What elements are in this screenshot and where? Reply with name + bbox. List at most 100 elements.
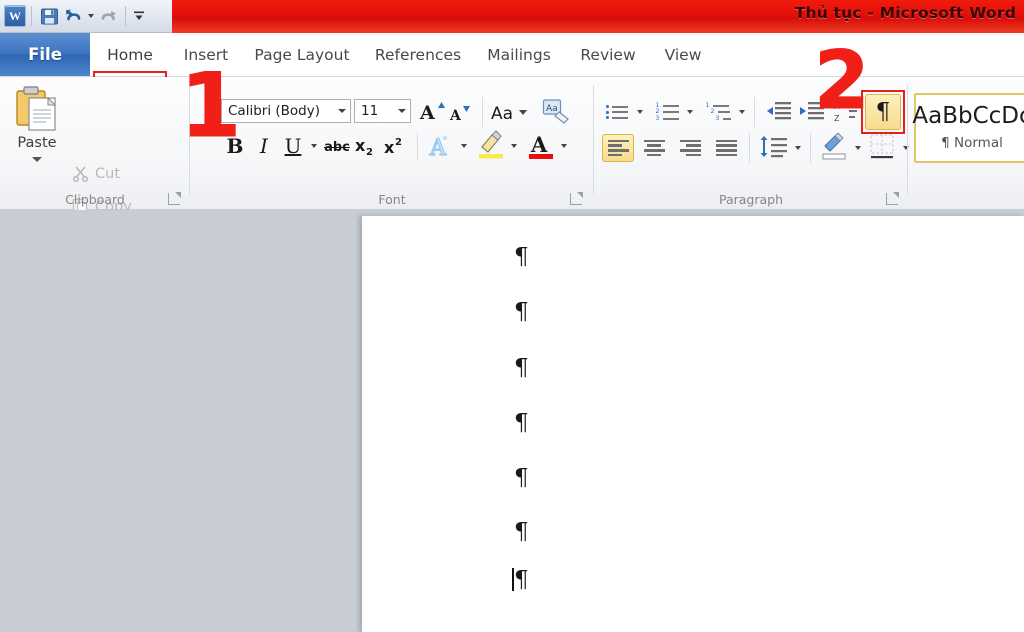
window-title: Thủ tục - Microsoft Word: [795, 4, 1016, 22]
text-highlight-color-button[interactable]: [476, 129, 506, 161]
svg-text:2: 2: [395, 137, 402, 148]
paste-dropdown-icon[interactable]: [32, 157, 42, 162]
bullets-icon: [606, 105, 628, 119]
text-highlight-dropdown[interactable]: [508, 139, 520, 153]
tab-review[interactable]: Review: [570, 33, 646, 76]
paragraph-mark: ¶: [514, 246, 529, 269]
document-area[interactable]: ¶ ¶ ¶ ¶ ¶ ¶ ¶: [0, 210, 1024, 632]
bullets-dropdown[interactable]: [634, 105, 646, 119]
customize-qat-icon[interactable]: [131, 4, 147, 28]
font-color-icon: A: [527, 130, 555, 160]
shrink-font-icon: A: [449, 101, 473, 123]
font-color-button[interactable]: A: [526, 129, 556, 161]
clipboard-dialog-launcher[interactable]: [168, 193, 180, 205]
change-case-button[interactable]: Aa: [490, 99, 532, 125]
ribbon-group-styles: AaBbCcDc ¶ Normal: [908, 77, 1024, 210]
redo-icon[interactable]: [96, 4, 120, 28]
text-effects-button[interactable]: A: [426, 131, 456, 161]
multilevel-list-button[interactable]: 1 2 3: [702, 97, 734, 127]
multilevel-list-icon: 1 2 3: [706, 104, 731, 121]
paragraph-mark: ¶: [514, 521, 529, 544]
justify-button[interactable]: [710, 134, 742, 162]
paragraph-mark: ¶: [514, 569, 529, 592]
font-group-label: Font: [190, 192, 594, 207]
word-window: W: [0, 0, 1024, 632]
tab-home[interactable]: Home: [92, 33, 168, 76]
underline-dropdown[interactable]: [308, 139, 320, 153]
line-spacing-dropdown[interactable]: [792, 141, 804, 155]
shading-dropdown[interactable]: [852, 141, 864, 155]
text-highlight-color-icon: [477, 130, 505, 160]
tab-mailings[interactable]: Mailings: [478, 33, 560, 76]
ribbon-tab-strip: File Home Insert Page Layout References …: [0, 33, 1024, 77]
paste-button[interactable]: Paste: [6, 85, 68, 189]
divider: [125, 6, 126, 26]
change-case-icon: Aa: [491, 100, 531, 124]
italic-button[interactable]: I: [252, 132, 276, 160]
font-dialog-launcher[interactable]: [570, 193, 582, 205]
multilevel-list-dropdown[interactable]: [736, 105, 748, 119]
ribbon: Paste Cut Copy: [0, 77, 1024, 210]
borders-button[interactable]: [866, 131, 898, 163]
annotation-1: 1: [180, 69, 241, 144]
title-bar: W: [0, 0, 1024, 33]
font-size-combo[interactable]: 11: [354, 99, 411, 123]
ribbon-group-clipboard: Paste Cut Copy: [0, 77, 190, 210]
grow-font-button[interactable]: A: [418, 97, 446, 125]
numbering-dropdown[interactable]: [684, 105, 696, 119]
align-left-button[interactable]: [602, 134, 634, 162]
scissors-icon: [72, 165, 89, 182]
strikethrough-label: abc: [324, 140, 350, 155]
undo-icon[interactable]: [61, 4, 85, 28]
svg-text:2: 2: [366, 147, 373, 158]
font-color-dropdown[interactable]: [558, 139, 570, 153]
strikethrough-button[interactable]: abc: [323, 135, 351, 159]
clear-formatting-button[interactable]: Aa: [540, 97, 572, 127]
chevron-down-icon[interactable]: [398, 109, 406, 113]
paragraph-dialog-launcher[interactable]: [886, 193, 898, 205]
tab-view[interactable]: View: [654, 33, 712, 76]
numbering-button[interactable]: 1 2 3: [652, 97, 682, 127]
align-right-button[interactable]: [674, 134, 706, 162]
shading-button[interactable]: [818, 131, 850, 163]
subscript-button[interactable]: x 2: [354, 133, 380, 159]
svg-text:Aa: Aa: [491, 104, 513, 124]
paragraph-mark: ¶: [514, 467, 529, 490]
document-page[interactable]: ¶ ¶ ¶ ¶ ¶ ¶ ¶: [361, 216, 1024, 632]
svg-text:A: A: [530, 132, 548, 157]
chevron-down-icon[interactable]: [338, 109, 346, 113]
save-icon[interactable]: [37, 4, 61, 28]
paragraph-mark: ¶: [514, 357, 529, 380]
text-effects-dropdown[interactable]: [458, 139, 470, 153]
tab-references[interactable]: References: [368, 33, 468, 76]
underline-label: U: [285, 134, 302, 158]
svg-text:A: A: [449, 108, 462, 123]
decrease-indent-button[interactable]: [764, 97, 794, 127]
shrink-font-button[interactable]: A: [448, 99, 474, 125]
cut-label: Cut: [95, 166, 120, 182]
bullets-button[interactable]: [602, 97, 632, 127]
italic-label: I: [260, 134, 268, 158]
align-right-icon: [680, 140, 701, 157]
svg-text:x: x: [355, 136, 366, 155]
paragraph-group-label: Paragraph: [594, 192, 908, 207]
align-center-button[interactable]: [638, 134, 670, 162]
svg-text:Aa: Aa: [546, 104, 558, 114]
tab-file[interactable]: File: [0, 33, 90, 76]
divider: [749, 133, 750, 163]
cut-button[interactable]: Cut: [72, 165, 120, 182]
word-logo[interactable]: W: [4, 5, 26, 27]
style-normal-item[interactable]: AaBbCcDc ¶ Normal: [914, 93, 1024, 163]
undo-dropdown-icon[interactable]: [85, 4, 96, 28]
style-name-label: ¶ Normal: [941, 135, 1003, 151]
align-center-icon: [644, 140, 665, 157]
underline-button[interactable]: U: [281, 132, 305, 160]
tab-page-layout[interactable]: Page Layout: [244, 33, 360, 76]
paste-icon: [15, 85, 59, 133]
annotation-2: 2: [814, 47, 870, 115]
divider: [417, 133, 418, 161]
superscript-button[interactable]: x 2: [383, 133, 409, 159]
shading-icon: [819, 132, 849, 162]
line-spacing-button[interactable]: [758, 133, 790, 163]
justify-icon: [716, 140, 737, 157]
